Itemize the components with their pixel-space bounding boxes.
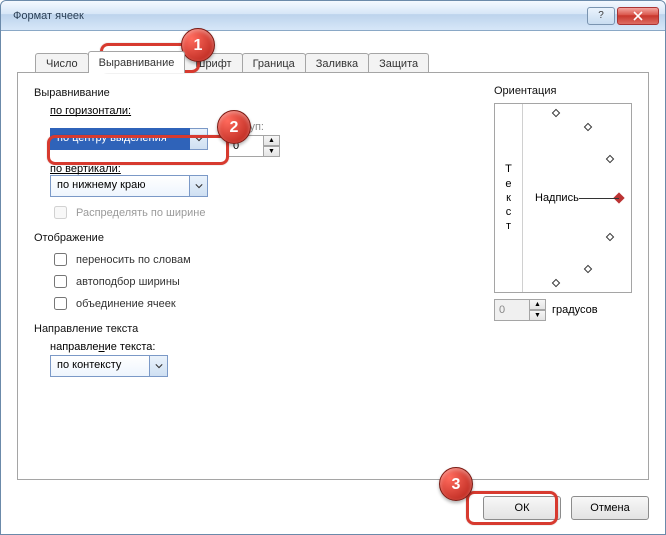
window-title: Формат ячеек [13, 10, 587, 22]
chevron-down-icon[interactable] [150, 355, 168, 377]
vertical-text: Текст [505, 162, 512, 233]
tabstrip: Число Выравнивание Шрифт Граница Заливка… [35, 49, 649, 73]
dropdown-vertical-value: по нижнему краю [50, 175, 190, 197]
help-button[interactable]: ? [587, 7, 615, 25]
triangle-up-icon[interactable]: ▲ [264, 135, 280, 146]
indent-value[interactable] [228, 135, 264, 157]
checkbox-wrap-box[interactable] [54, 253, 67, 266]
chevron-down-icon[interactable] [190, 175, 208, 197]
group-direction-label: Направление текста [34, 323, 632, 335]
group-orientation-label: Ориентация [494, 85, 632, 97]
label-direction: направление текста: [50, 341, 155, 353]
triangle-down-icon[interactable]: ▼ [530, 310, 546, 321]
cancel-button[interactable]: Отмена [571, 496, 649, 520]
client-area: Число Выравнивание Шрифт Граница Заливка… [1, 31, 665, 534]
label-horizontal: по горизонтали: [50, 105, 131, 117]
chevron-down-icon[interactable] [190, 128, 208, 150]
triangle-down-icon[interactable]: ▼ [264, 146, 280, 157]
tab-number[interactable]: Число [35, 53, 89, 73]
tab-protection[interactable]: Защита [368, 53, 429, 73]
tab-alignment[interactable]: Выравнивание [88, 51, 186, 73]
group-direction: Направление текста направление текста: п… [34, 323, 632, 377]
spinner-degrees[interactable]: ▲ ▼ [494, 299, 546, 321]
dialog-footer: ОК Отмена [483, 496, 649, 520]
window-controls: ? [587, 7, 659, 25]
tab-border[interactable]: Граница [242, 53, 306, 73]
close-button[interactable] [617, 7, 659, 25]
dropdown-direction[interactable]: по контексту [50, 355, 168, 377]
checkbox-autofit-box[interactable] [54, 275, 67, 288]
indent-group: отступ: ▲ ▼ [228, 121, 280, 157]
orientation-line [579, 198, 619, 199]
triangle-up-icon[interactable]: ▲ [530, 299, 546, 310]
spinner-indent[interactable]: ▲ ▼ [228, 135, 280, 157]
label-indent: отступ: [228, 121, 280, 133]
group-orientation: Ориентация Текст Надпись [494, 85, 632, 321]
tab-fill[interactable]: Заливка [305, 53, 369, 73]
orientation-degree-row: ▲ ▼ градусов [494, 299, 632, 321]
tab-font[interactable]: Шрифт [184, 53, 242, 73]
ok-button[interactable]: ОК [483, 496, 561, 520]
orientation-preview[interactable]: Текст Надпись [494, 103, 632, 293]
checkbox-merge-box[interactable] [54, 297, 67, 310]
orientation-inner-label: Надпись [535, 192, 579, 204]
dropdown-horizontal-align[interactable]: по центру выделения [50, 128, 208, 150]
orientation-dial[interactable]: Надпись [523, 104, 631, 292]
degrees-unit-label: градусов [552, 304, 598, 316]
dropdown-vertical-align[interactable]: по нижнему краю [50, 175, 208, 197]
dropdown-horizontal-value: по центру выделения [50, 128, 190, 150]
titlebar: Формат ячеек ? [1, 1, 665, 31]
dropdown-direction-value: по контексту [50, 355, 150, 377]
vertical-text-column[interactable]: Текст [495, 104, 523, 292]
tab-panel-alignment: Выравнивание по горизонтали: по центру в… [17, 72, 649, 480]
checkbox-distribute-box [54, 206, 67, 219]
degrees-value[interactable] [494, 299, 530, 321]
format-cells-dialog: Формат ячеек ? Число Выравнивание Шрифт … [0, 0, 666, 535]
